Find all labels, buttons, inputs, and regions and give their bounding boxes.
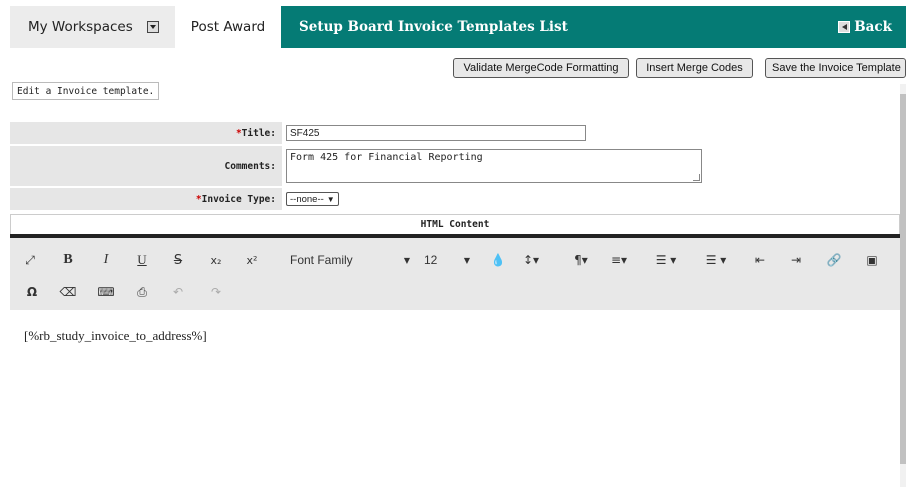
chevron-down-icon[interactable]: ▼	[460, 250, 474, 270]
edit-hint: Edit a Invoice template.	[12, 82, 160, 100]
validate-mergecode-label: Validate MergeCode Formatting	[463, 62, 619, 74]
post-award-tab[interactable]: Post Award	[178, 6, 278, 48]
invoice-type-value: --none--	[290, 193, 324, 205]
editor-content[interactable]: [%rb_study_invoice_to_address%]	[10, 310, 904, 362]
paragraph-format-icon[interactable]: ¶▾	[568, 250, 594, 270]
title-row: * Title: SF425	[10, 122, 900, 144]
validate-mergecode-button[interactable]: Validate MergeCode Formatting	[453, 58, 629, 78]
indent-icon[interactable]: ⇥	[786, 250, 806, 270]
insert-merge-codes-button[interactable]: Insert Merge Codes	[636, 58, 753, 78]
my-workspaces-label: My Workspaces	[28, 19, 133, 35]
print-icon[interactable]: ⎙	[132, 282, 152, 302]
save-template-button[interactable]: Save the Invoice Template	[765, 58, 906, 78]
html-content-header: HTML Content	[10, 214, 900, 234]
line-height-icon[interactable]: ↕▾	[518, 250, 544, 270]
insert-merge-codes-label: Insert Merge Codes	[646, 62, 743, 74]
save-template-label: Save the Invoice Template	[772, 62, 901, 74]
editor-toolbar: ⤢ B I U S x₂ x² Font Family ▼ 12 ▼ 💧 ↕▾ …	[10, 238, 904, 310]
align-icon[interactable]: ≡▾	[606, 250, 632, 270]
chevron-down-icon[interactable]: ▼	[400, 250, 414, 270]
page-scrollbar[interactable]	[900, 84, 906, 487]
invoice-type-select[interactable]: --none-- ▼	[286, 192, 339, 206]
ordered-list-icon[interactable]: ☰ ▾	[646, 250, 686, 270]
scrollbar-thumb[interactable]	[900, 94, 906, 464]
link-icon[interactable]: 🔗	[824, 250, 844, 270]
page-title: Setup Board Invoice Templates List	[299, 19, 568, 35]
image-icon[interactable]: ▣	[862, 250, 882, 270]
back-arrow-icon	[838, 21, 851, 33]
underline-icon[interactable]: U	[132, 250, 152, 270]
back-label: Back	[854, 19, 892, 35]
font-size-select[interactable]: 12	[424, 250, 464, 270]
strikethrough-icon[interactable]: S	[168, 250, 188, 270]
bold-icon[interactable]: B	[58, 250, 78, 270]
subscript-icon[interactable]: x₂	[206, 250, 226, 270]
text-color-icon[interactable]: 💧	[488, 250, 508, 270]
comments-textarea[interactable]: Form 425 for Financial Reporting	[286, 149, 702, 183]
dropdown-icon[interactable]	[146, 21, 159, 33]
clear-formatting-icon[interactable]: ⌫	[58, 282, 78, 302]
page-title-bar: Setup Board Invoice Templates List Back	[281, 6, 906, 48]
italic-icon[interactable]: I	[96, 250, 116, 270]
post-award-label: Post Award	[190, 19, 266, 35]
invoice-type-label-text: Invoice Type:	[201, 193, 276, 205]
invoice-type-label: * Invoice Type:	[10, 188, 282, 210]
invoice-type-row: * Invoice Type: --none-- ▼	[10, 188, 900, 210]
title-input[interactable]: SF425	[286, 125, 586, 141]
keyboard-icon[interactable]: ⌨	[96, 282, 116, 302]
font-family-select[interactable]: Font Family	[290, 250, 390, 270]
special-characters-icon[interactable]: Ω	[22, 282, 42, 302]
back-button[interactable]: Back	[838, 6, 892, 48]
font-family-label: Font Family	[290, 253, 353, 267]
outdent-icon[interactable]: ⇤	[750, 250, 770, 270]
redo-icon[interactable]: ↷	[206, 282, 226, 302]
undo-icon[interactable]: ↶	[168, 282, 188, 302]
comments-label: Comments:	[10, 146, 282, 186]
font-size-value: 12	[424, 253, 438, 267]
unordered-list-icon[interactable]: ☰ ▾	[696, 250, 736, 270]
fullscreen-icon[interactable]: ⤢	[20, 250, 40, 270]
top-navigation: My Workspaces Post Award Setup Board Inv…	[0, 0, 906, 48]
chevron-down-icon: ▼	[326, 194, 335, 204]
rich-text-editor: ⤢ B I U S x₂ x² Font Family ▼ 12 ▼ 💧 ↕▾ …	[10, 234, 904, 487]
title-label-text: Title:	[241, 127, 276, 139]
title-label: * Title:	[10, 122, 282, 144]
comments-row: Comments: Form 425 for Financial Reporti…	[10, 146, 900, 186]
superscript-icon[interactable]: x²	[242, 250, 262, 270]
my-workspaces-tab[interactable]: My Workspaces	[10, 6, 175, 48]
